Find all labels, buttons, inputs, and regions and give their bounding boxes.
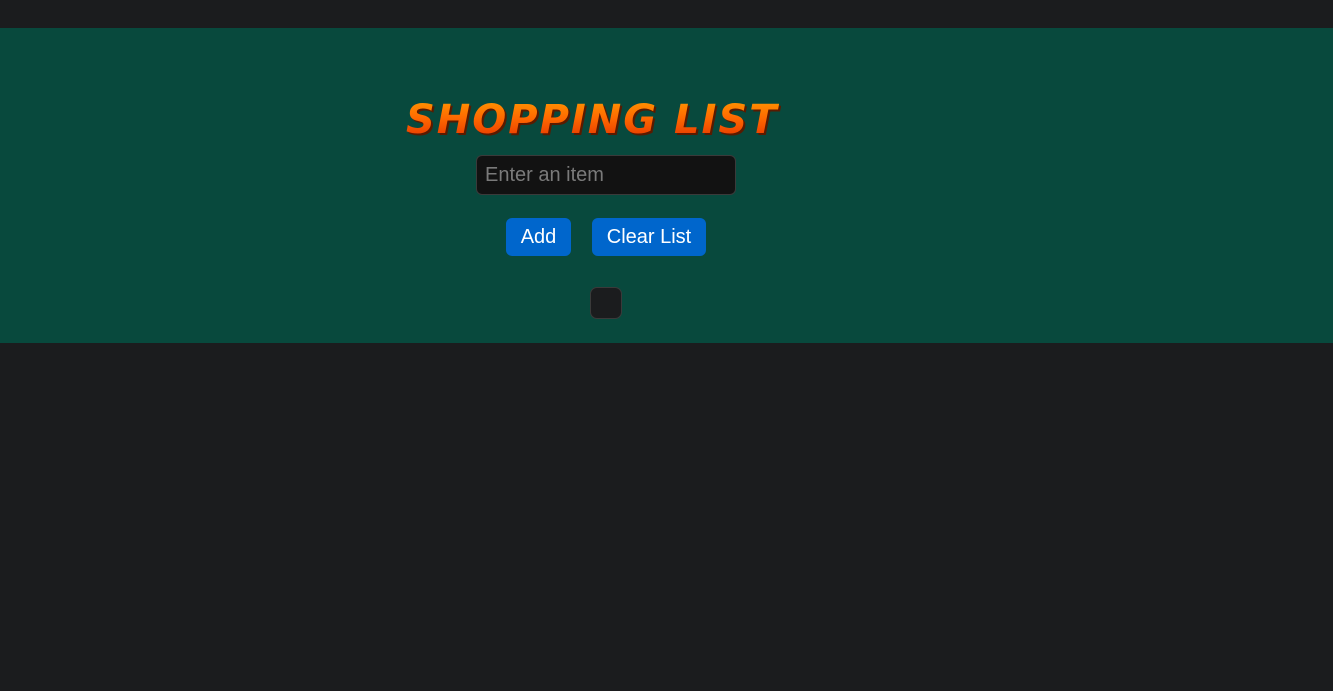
shopping-list xyxy=(590,287,622,319)
page-background xyxy=(0,343,1333,691)
add-button[interactable]: Add xyxy=(506,218,571,256)
top-strip xyxy=(0,0,1333,28)
shopping-list-panel: Shopping List Add Clear List xyxy=(0,28,1333,343)
clear-list-button[interactable]: Clear List xyxy=(592,218,706,256)
item-input[interactable] xyxy=(476,155,736,195)
page-title: Shopping List xyxy=(406,97,779,143)
